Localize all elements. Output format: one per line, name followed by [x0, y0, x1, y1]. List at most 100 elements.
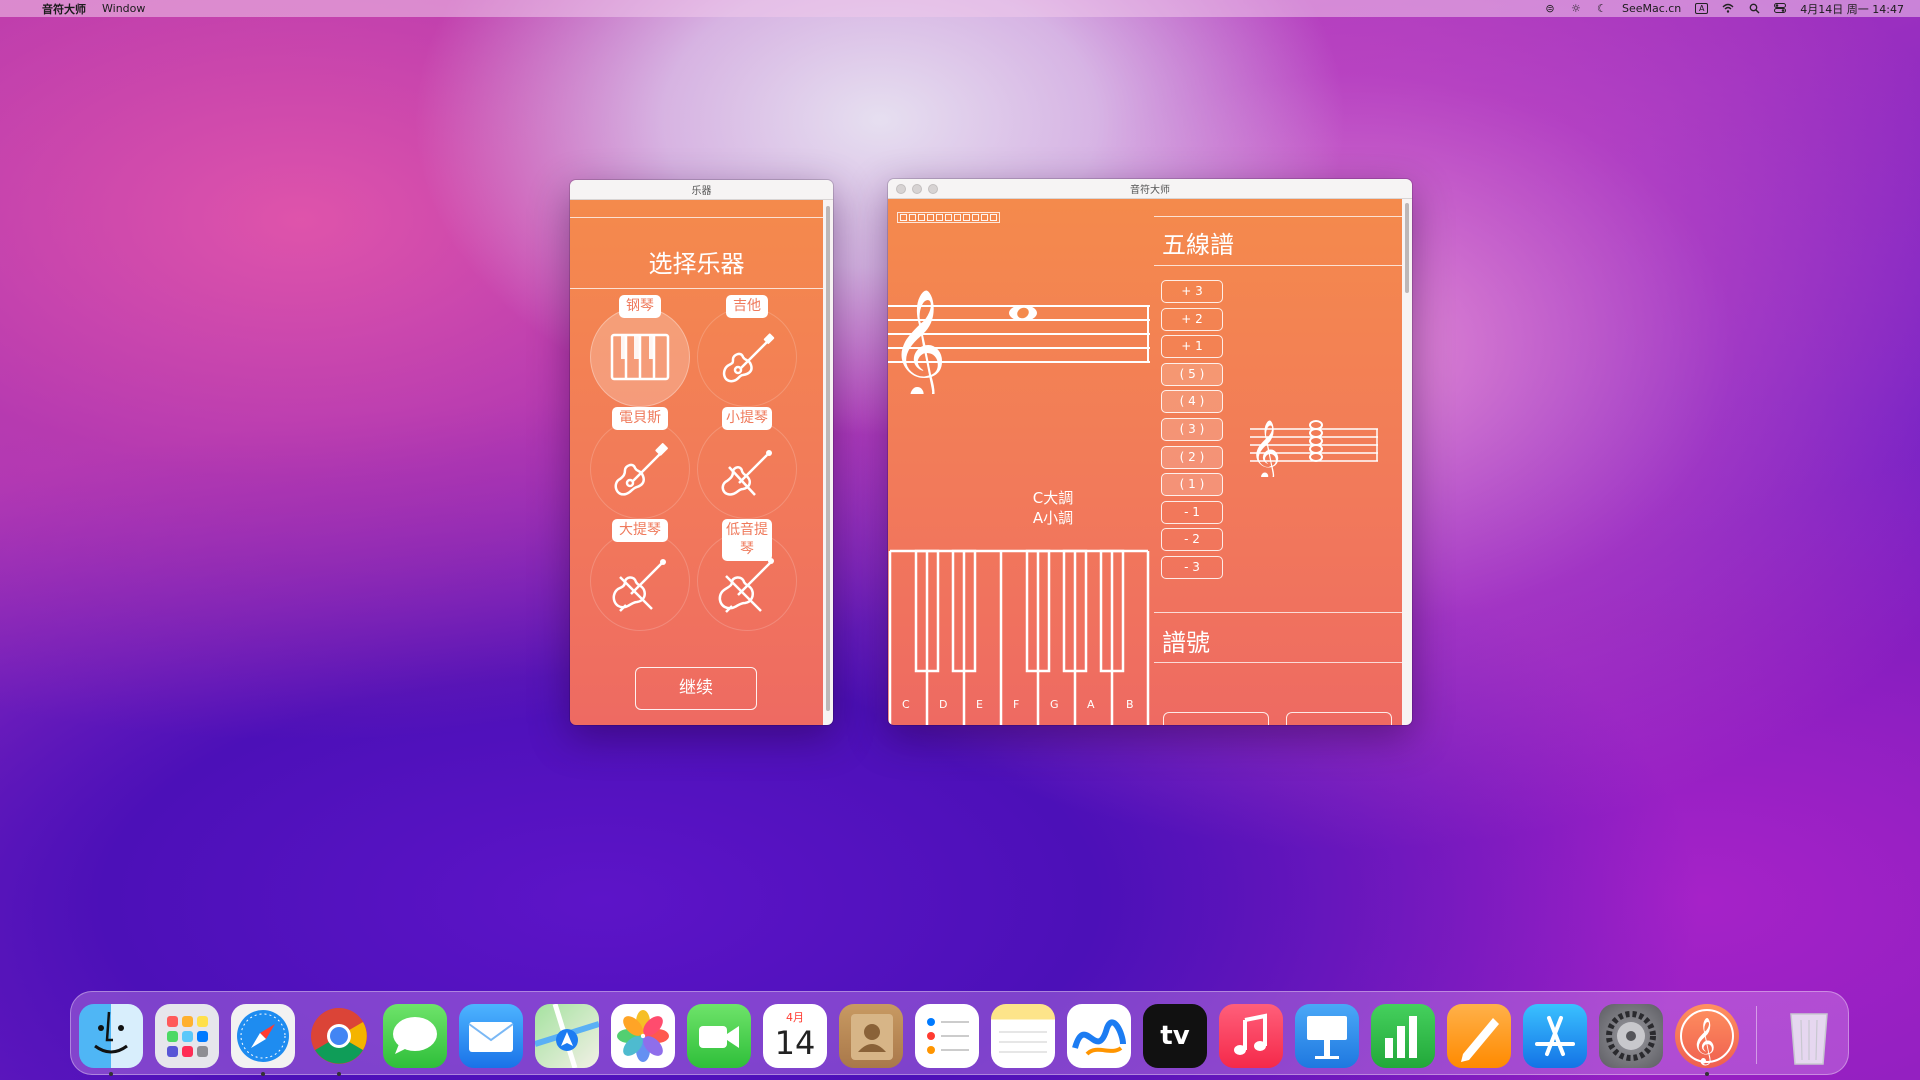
zoom-window-button[interactable]: [928, 184, 938, 194]
calendar-month: 4月: [786, 1011, 804, 1024]
main-scrollbar[interactable]: [1402, 199, 1412, 725]
divider: [1154, 662, 1402, 663]
calendar-day: 14: [774, 1024, 816, 1062]
menu-window[interactable]: Window: [102, 2, 145, 15]
instrument-label: 低音提琴: [722, 519, 772, 561]
contacts-icon[interactable]: [839, 1004, 903, 1068]
screen-mirror-icon[interactable]: ⊜: [1544, 3, 1556, 14]
keynote-icon[interactable]: [1295, 1004, 1359, 1068]
instrument-piano[interactable]: 钢琴: [590, 295, 690, 407]
interval-step-button[interactable]: ( 3 ): [1161, 418, 1223, 441]
instrument-label: 钢琴: [619, 295, 661, 318]
scrollbar-thumb[interactable]: [1405, 203, 1409, 293]
calendar-icon[interactable]: 4月 14: [763, 1004, 827, 1068]
instrument-window: 乐器 选择乐器 钢琴 吉他 電貝斯 小提琴 大提琴 低音提琴 继续: [570, 180, 833, 725]
instrument-bass[interactable]: 電貝斯: [590, 407, 690, 519]
pages-icon[interactable]: [1447, 1004, 1511, 1068]
music-icon[interactable]: [1219, 1004, 1283, 1068]
apple-menu-icon[interactable]: [14, 3, 26, 14]
running-indicator: [109, 1072, 113, 1076]
trash-icon[interactable]: [1777, 1004, 1841, 1068]
reminders-icon[interactable]: [915, 1004, 979, 1068]
instrument-label: 小提琴: [722, 407, 772, 430]
chrome-icon[interactable]: [307, 1004, 371, 1068]
wifi-icon[interactable]: [1722, 3, 1734, 14]
treble-clef-icon: 𝄞: [890, 288, 947, 394]
interval-step-button[interactable]: + 1: [1161, 335, 1223, 359]
instrument-scrollbar[interactable]: [823, 200, 833, 725]
instrument-guitar[interactable]: 吉他: [697, 295, 797, 407]
photos-icon[interactable]: [611, 1004, 675, 1068]
menu-app-name[interactable]: 音符大师: [42, 1, 86, 17]
system-settings-icon[interactable]: [1599, 1004, 1663, 1068]
divider: [1154, 612, 1402, 613]
interval-step-button[interactable]: - 1: [1161, 500, 1223, 524]
svg-text:𝄞: 𝄞: [1250, 420, 1281, 477]
interval-step-button[interactable]: - 2: [1161, 528, 1223, 552]
minimize-window-button[interactable]: [912, 184, 922, 194]
svg-text:𝄞: 𝄞: [1692, 1018, 1716, 1066]
interval-step-button[interactable]: ( 2 ): [1161, 445, 1223, 469]
instrument-label: 電貝斯: [612, 407, 668, 430]
menu-seemac[interactable]: SeeMac.cn: [1622, 2, 1681, 15]
control-center-icon[interactable]: [1774, 3, 1787, 14]
instrument-panel: 选择乐器 钢琴 吉他 電貝斯 小提琴 大提琴 低音提琴 继续: [570, 200, 823, 725]
interval-step-button[interactable]: + 2: [1161, 307, 1223, 331]
dock-separator: [1756, 1006, 1757, 1064]
piano-key-label: G: [1050, 698, 1059, 711]
divider: [1154, 265, 1402, 266]
close-window-button[interactable]: [896, 184, 906, 194]
interval-step-button[interactable]: ( 5 ): [1161, 362, 1223, 386]
instrument-violin[interactable]: 小提琴: [697, 407, 797, 519]
piano-key-labels: C D E F G A B: [888, 698, 1150, 714]
chord-staff-preview: 𝄞: [1250, 420, 1378, 477]
apple-tv-icon[interactable]: tv: [1143, 1004, 1207, 1068]
main-panel: 𝄞 C大調 A小調 C D E F G A B 五線譜 𝄞 譜號 + 3 + 2…: [888, 199, 1402, 725]
divider: [1154, 216, 1402, 217]
app-store-icon[interactable]: [1523, 1004, 1587, 1068]
menu-clock[interactable]: 4月14日 周一 14:47: [1800, 1, 1904, 17]
freeform-icon[interactable]: [1067, 1004, 1131, 1068]
instrument-label: 吉他: [726, 295, 768, 318]
finder-icon[interactable]: [79, 1004, 143, 1068]
interval-step-button[interactable]: + 3: [1161, 280, 1223, 303]
placeholder-glyph-text: [897, 212, 1000, 223]
launchpad-icon[interactable]: [155, 1004, 219, 1068]
brightness-icon[interactable]: ☼: [1570, 3, 1582, 14]
clef-option-button[interactable]: [1163, 712, 1269, 725]
running-indicator: [337, 1072, 341, 1076]
scrollbar-thumb[interactable]: [826, 206, 830, 711]
interval-step-button[interactable]: ( 1 ): [1161, 473, 1223, 497]
spotlight-search-icon[interactable]: [1748, 3, 1760, 14]
main-window: 音符大师 𝄞 C大調 A小調 C D E F G A B 五線譜 𝄞 譜號 + …: [888, 179, 1412, 725]
bass-icon: [614, 443, 668, 496]
main-window-titlebar[interactable]: 音符大师: [888, 179, 1412, 199]
note-master-app-icon[interactable]: 𝄞: [1675, 1004, 1739, 1068]
interval-step-button[interactable]: - 3: [1161, 556, 1223, 579]
notes-icon[interactable]: [991, 1004, 1055, 1068]
instrument-double-bass[interactable]: 低音提琴: [697, 519, 797, 631]
violin-icon: [721, 450, 772, 496]
signature-section-title: 譜號: [1162, 629, 1210, 657]
interval-step-button[interactable]: ( 4 ): [1161, 390, 1223, 414]
clef-option-button[interactable]: [1286, 712, 1392, 725]
input-source-icon[interactable]: A: [1695, 3, 1709, 14]
numbers-icon[interactable]: [1371, 1004, 1435, 1068]
piano-key-label: C: [902, 698, 910, 711]
focus-moon-icon[interactable]: ☾: [1596, 3, 1608, 14]
continue-button[interactable]: 继续: [635, 667, 757, 710]
music-staff: 𝄞: [888, 288, 1150, 394]
instrument-cello[interactable]: 大提琴: [590, 519, 690, 631]
facetime-icon[interactable]: [687, 1004, 751, 1068]
divider: [570, 217, 823, 218]
instrument-window-titlebar[interactable]: 乐器: [570, 180, 833, 200]
mail-icon[interactable]: [459, 1004, 523, 1068]
piano-icon: [610, 333, 670, 381]
messages-icon[interactable]: [383, 1004, 447, 1068]
maps-icon[interactable]: [535, 1004, 599, 1068]
divider: [570, 288, 823, 289]
running-indicator: [1705, 1072, 1709, 1076]
safari-icon[interactable]: [231, 1004, 295, 1068]
main-window-title: 音符大师: [1130, 185, 1170, 196]
running-indicator: [261, 1072, 265, 1076]
